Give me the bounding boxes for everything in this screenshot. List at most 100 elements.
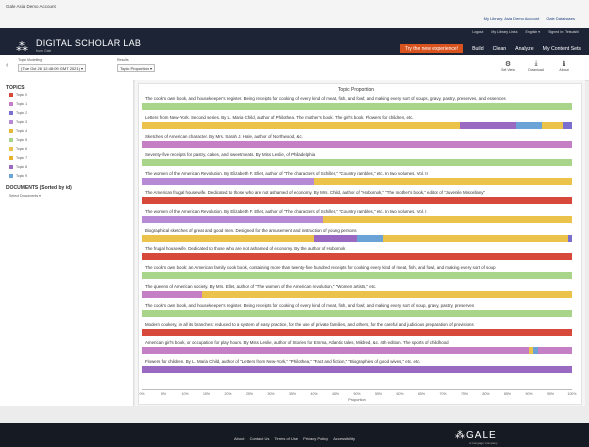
document-bar[interactable] <box>142 234 572 242</box>
about-button[interactable]: ℹ About <box>553 60 575 72</box>
bar-segment[interactable] <box>357 234 383 242</box>
footer-terms-link[interactable]: Terms of Use <box>274 436 298 441</box>
topic-color-swatch <box>9 146 13 151</box>
my-library-links[interactable]: My Library Links <box>491 30 517 34</box>
tool-run-select[interactable]: (Tue Oct 26 12:48:09 GMT 2021) ▾ <box>18 64 87 72</box>
bar-segment[interactable] <box>142 347 529 355</box>
document-bar[interactable] <box>142 197 572 204</box>
bar-segment[interactable] <box>537 347 572 355</box>
bar-segment[interactable] <box>382 234 568 242</box>
bar-segment[interactable] <box>142 234 314 242</box>
download-label: Download <box>528 68 544 72</box>
topic-label: Topic 7 <box>16 155 28 160</box>
signed-in-user[interactable]: Signed in: Tetsuishi <box>548 30 579 34</box>
document-bar[interactable] <box>142 253 572 261</box>
x-tick-label: 45% <box>331 392 340 396</box>
document-bar[interactable] <box>142 178 572 186</box>
results-select[interactable]: Topic Proportion ▾ <box>117 64 156 72</box>
x-tick-label: 50% <box>353 392 361 396</box>
document-bar[interactable] <box>142 291 572 298</box>
bar-segment[interactable] <box>142 253 572 261</box>
document-bar[interactable] <box>142 309 572 317</box>
bar-segment[interactable] <box>142 366 572 374</box>
bar-segment[interactable] <box>314 178 572 186</box>
bar-segment[interactable] <box>314 234 357 242</box>
nav-analyze[interactable]: Analyze <box>515 46 533 52</box>
topic-item-3[interactable]: Topic 3 <box>9 119 27 124</box>
gear-icon: ⚙ <box>504 61 512 68</box>
topic-label: Topic 2 <box>16 110 28 115</box>
document-label: Sketches of American character. By Mrs. … <box>145 133 303 139</box>
document-bar[interactable] <box>142 272 572 280</box>
topic-item-0[interactable]: Topic 0 <box>9 92 27 97</box>
dsl-logo-icon: ⁂ <box>16 40 28 54</box>
topic-item-4[interactable]: Topic 4 <box>9 128 27 133</box>
document-bar[interactable] <box>142 347 572 355</box>
document-bar[interactable] <box>142 366 572 374</box>
bar-segment[interactable] <box>202 291 572 298</box>
topic-item-5[interactable]: Topic 5 <box>9 137 27 142</box>
footer-accessibility-link[interactable]: Accessibility <box>333 436 355 441</box>
bar-segment[interactable] <box>567 234 572 242</box>
topic-item-9[interactable]: Topic 9 <box>9 173 27 178</box>
my-library-link[interactable]: My Library: Asia Demo Account <box>484 16 540 21</box>
footer-privacy-link[interactable]: Privacy Policy <box>303 436 328 441</box>
bar-segment[interactable] <box>142 197 572 204</box>
topic-item-1[interactable]: Topic 1 <box>9 101 27 106</box>
bar-segment[interactable] <box>142 140 572 148</box>
bar-segment[interactable] <box>142 178 314 186</box>
topic-item-2[interactable]: Topic 2 <box>9 110 27 115</box>
bar-segment[interactable] <box>563 121 572 129</box>
set-view-button[interactable]: ⚙ Set View <box>497 60 519 72</box>
nav-clean[interactable]: Clean <box>493 46 507 52</box>
document-bar[interactable] <box>142 121 572 129</box>
x-tick-label: 100% <box>567 392 577 396</box>
bar-segment[interactable] <box>142 121 461 129</box>
about-label: About <box>559 68 569 72</box>
bar-segment[interactable] <box>322 215 572 223</box>
topic-item-7[interactable]: Topic 7 <box>9 155 27 160</box>
try-new-experience-button[interactable]: Try the new experience! <box>399 44 464 53</box>
download-button[interactable]: ⤓ Download <box>525 60 547 72</box>
document-bar[interactable] <box>142 159 572 167</box>
document-label: Modern cookery, in all its branches: red… <box>145 321 474 327</box>
topic-label: Topic 5 <box>16 137 28 142</box>
x-tick-label: 75% <box>460 392 469 396</box>
x-tick-label: 30% <box>267 392 275 396</box>
x-tick-label: 60% <box>396 392 404 396</box>
topic-item-6[interactable]: Topic 6 <box>9 146 27 151</box>
bar-segment[interactable] <box>142 291 203 298</box>
bar-segment[interactable] <box>460 121 517 129</box>
gale-databases-link[interactable]: Gale Databases <box>546 16 575 21</box>
x-tick-label: 55% <box>374 392 383 396</box>
bar-segment[interactable] <box>142 103 572 110</box>
nav-my-content-sets[interactable]: My Content Sets <box>543 46 581 52</box>
bar-segment[interactable] <box>541 121 564 129</box>
footer-links: About Contact Us Terms of Use Privacy Po… <box>0 436 589 441</box>
document-label: The cook's own book: an American family … <box>145 265 496 271</box>
document-bar[interactable] <box>142 215 572 223</box>
back-chevron-icon[interactable]: ‹ <box>6 62 8 69</box>
document-label: The cook's own book, and housekeeper's r… <box>145 302 475 308</box>
footer-about-link[interactable]: About <box>234 436 244 441</box>
topic-item-8[interactable]: Topic 8 <box>9 164 27 169</box>
topic-color-swatch <box>9 164 13 169</box>
language-select[interactable]: English ▾ <box>526 30 541 34</box>
document-bar[interactable] <box>142 103 572 110</box>
document-bar[interactable] <box>142 140 572 148</box>
bar-segment[interactable] <box>516 121 542 129</box>
footer-contact-link[interactable]: Contact Us <box>250 436 270 441</box>
app-title[interactable]: DIGITAL SCHOLAR LAB <box>36 38 141 48</box>
document-label: Biographical sketches of great and good … <box>145 227 357 233</box>
bar-segment[interactable] <box>142 159 572 167</box>
bar-segment[interactable] <box>142 215 323 223</box>
select-documents-dropdown[interactable]: Select Documents ▾ <box>9 194 41 198</box>
document-bar[interactable] <box>142 328 572 336</box>
logout-link[interactable]: Logout <box>472 30 483 34</box>
topic-color-swatch <box>9 92 13 97</box>
topic-color-swatch <box>9 155 13 160</box>
bar-segment[interactable] <box>142 328 572 336</box>
bar-segment[interactable] <box>142 272 572 280</box>
bar-segment[interactable] <box>142 309 572 317</box>
nav-build[interactable]: Build <box>472 46 484 52</box>
